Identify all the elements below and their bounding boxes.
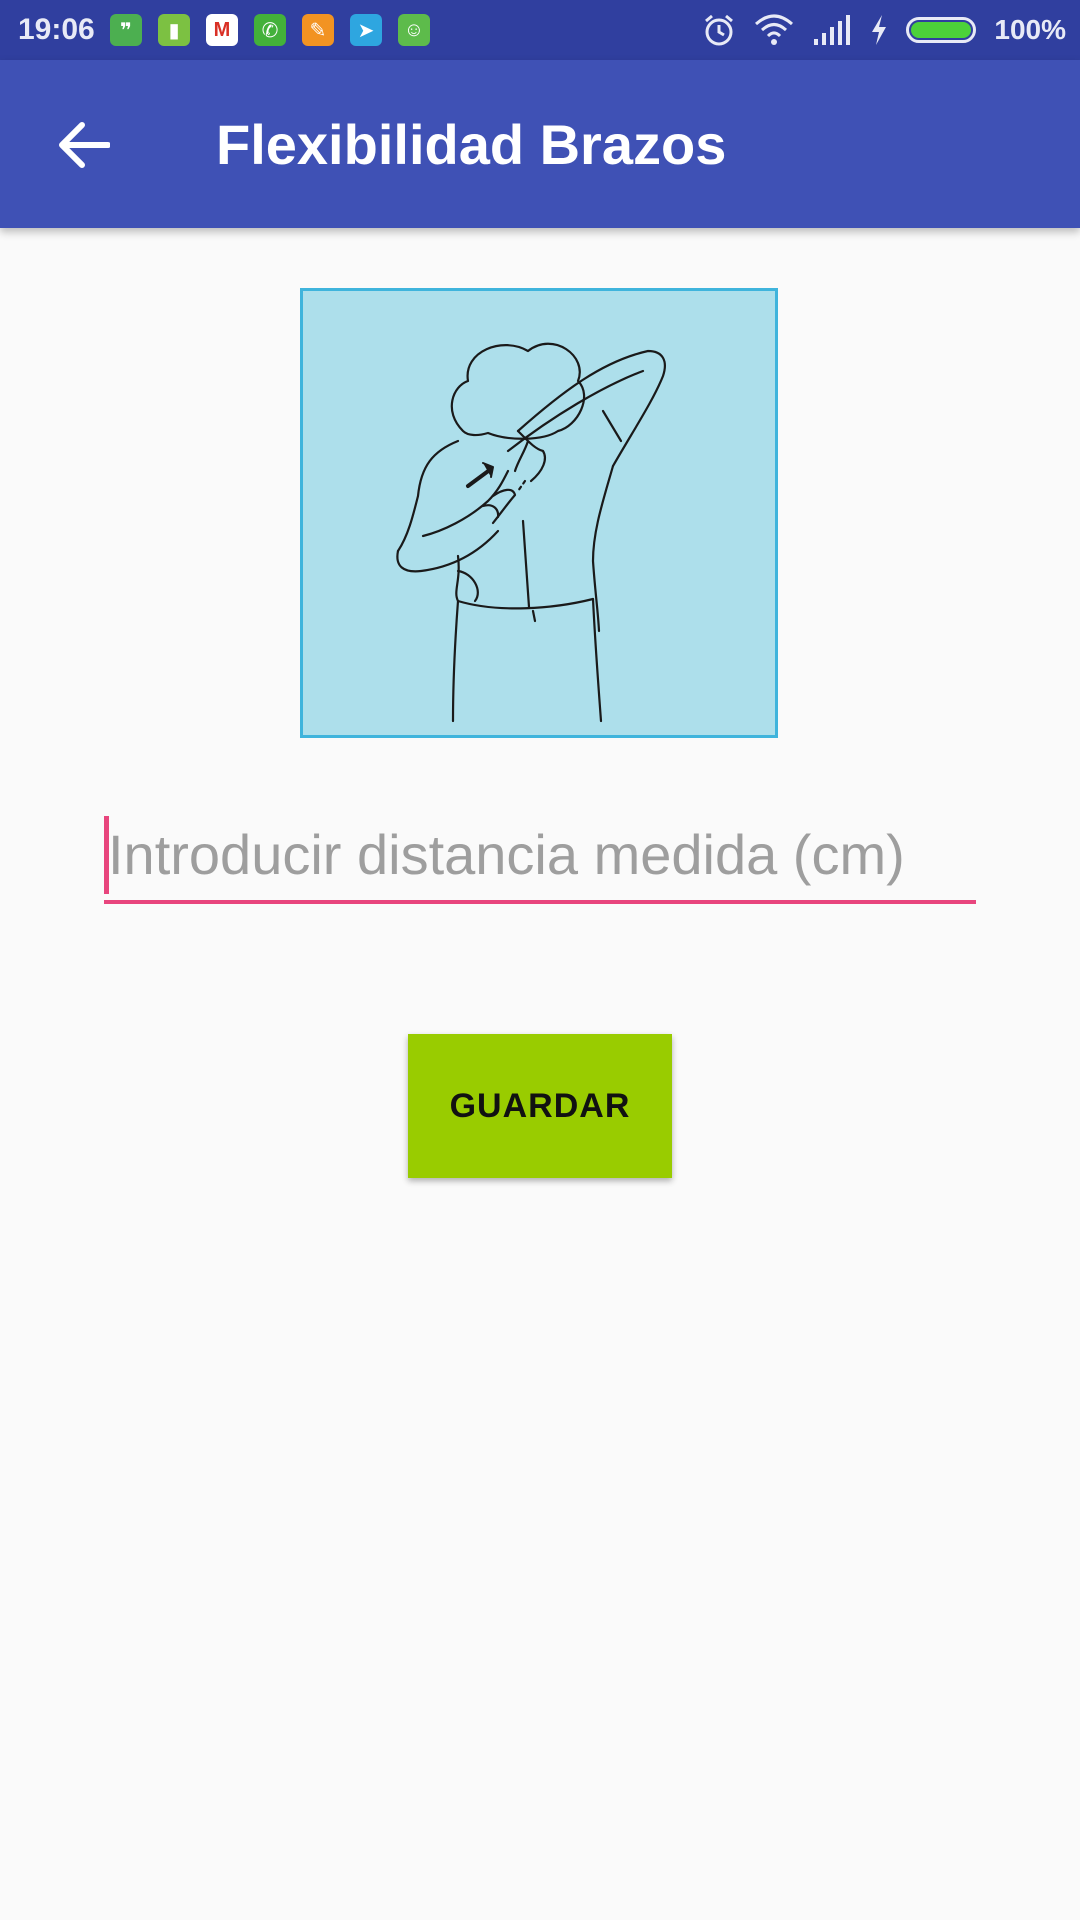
battery-percent: 100%	[994, 14, 1066, 45]
distance-input-wrapper	[104, 808, 976, 908]
text-cursor	[104, 816, 109, 894]
android-app-icon: ☺	[398, 14, 430, 46]
status-time: 19:06	[18, 13, 95, 46]
arrow-back-icon	[59, 122, 110, 168]
battery-app-icon: ▮	[158, 14, 190, 46]
exercise-image	[300, 288, 778, 738]
charging-icon	[872, 15, 887, 45]
status-bar: 19:06 ❞ ▮ M ✆ ✎ ➤ ☺ 100%	[0, 0, 1080, 60]
battery-icon	[906, 17, 977, 43]
notification-icons: ❞ ▮ M ✆ ✎ ➤ ☺	[110, 14, 430, 46]
wifi-icon	[755, 14, 794, 45]
back-button[interactable]	[44, 110, 124, 180]
page-title: Flexibilidad Brazos	[216, 113, 727, 176]
hangouts-icon: ❞	[110, 14, 142, 46]
shoulder-stretch-illustration	[396, 342, 666, 723]
save-button[interactable]: GUARDAR	[408, 1034, 672, 1178]
telegram-icon: ➤	[350, 14, 382, 46]
system-icons: 100%	[702, 0, 1066, 60]
cleaner-icon: ✎	[302, 14, 334, 46]
battery-level	[911, 22, 972, 38]
signal-icon	[814, 15, 851, 45]
app-bar: Flexibilidad Brazos	[0, 60, 1080, 228]
whatsapp-icon: ✆	[254, 14, 286, 46]
alarm-icon	[705, 14, 734, 46]
gmail-icon: M	[206, 14, 238, 46]
distance-input[interactable]	[104, 808, 976, 904]
